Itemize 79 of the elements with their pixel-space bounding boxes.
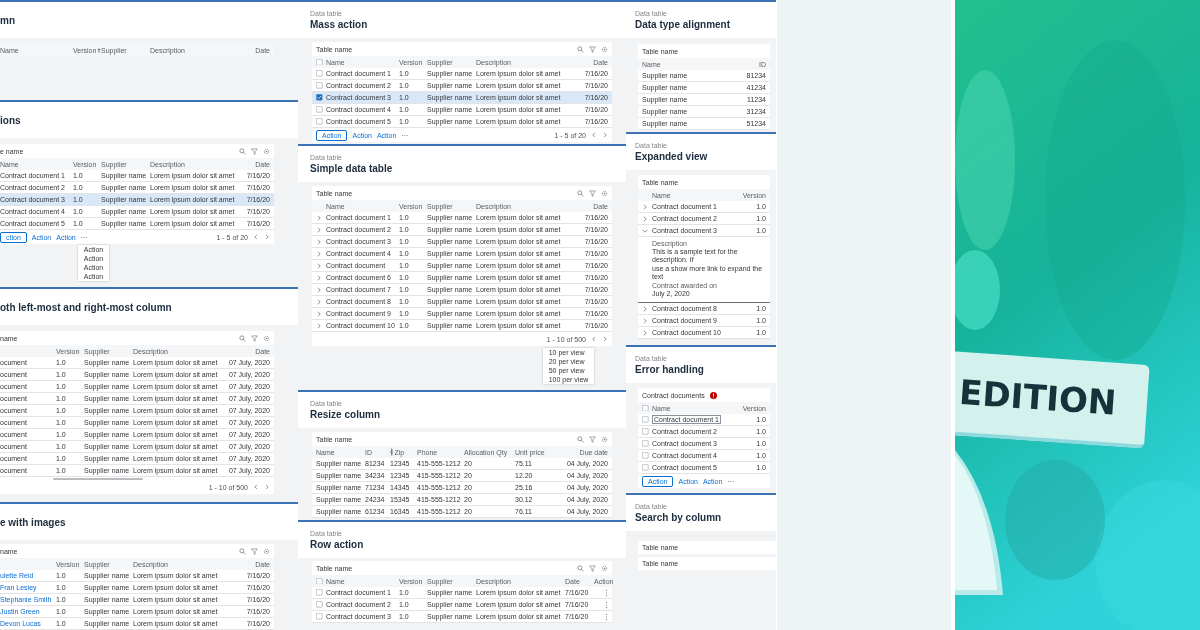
search-icon[interactable] [577,435,584,443]
chevron-icon[interactable] [642,203,648,210]
section-title: Data type alignment [635,19,732,30]
filter-icon[interactable] [251,147,258,155]
search-icon[interactable] [577,564,584,572]
more-vertical-icon[interactable] [605,588,608,597]
next-page-icon[interactable] [602,336,608,342]
chevron-icon[interactable] [316,214,322,221]
chevron-icon[interactable] [316,286,322,293]
section-title: ions [0,114,22,126]
search-icon[interactable] [577,45,584,53]
checkbox[interactable] [642,452,649,459]
settings-icon[interactable] [263,334,270,342]
section-title: Simple data table [310,163,394,174]
checkbox[interactable] [316,589,323,596]
search-icon[interactable] [239,547,246,555]
settings-icon[interactable] [263,147,270,155]
filter-icon[interactable] [589,435,596,443]
previous-page-icon[interactable] [591,132,597,138]
section-title: mn [0,14,16,26]
chevron-icon[interactable] [316,262,322,269]
chevron-icon[interactable] [316,250,322,257]
checkbox[interactable] [316,118,323,125]
search-icon[interactable] [239,334,246,342]
chevron-icon[interactable] [316,238,322,245]
checkbox[interactable] [316,106,323,113]
checkbox[interactable] [316,613,323,620]
next-page-icon[interactable] [264,234,270,240]
previous-page-icon[interactable] [591,336,597,342]
settings-icon[interactable] [601,45,608,53]
chevron-icon[interactable] [316,322,322,329]
previous-page-icon[interactable] [253,484,259,490]
checkbox[interactable] [642,440,649,447]
section-title: Resize column [310,409,382,420]
checkbox[interactable] [642,464,649,471]
checkbox[interactable] [642,428,649,435]
section-title: Row action [310,539,365,550]
section-title: e with images [0,516,67,528]
section-title: Expanded view [635,151,709,162]
resize-handle-icon[interactable] [390,448,394,456]
chevron-icon[interactable] [316,310,322,317]
section-title: Mass action [310,19,369,30]
settings-icon[interactable] [601,189,608,197]
checkbox[interactable] [316,94,323,101]
checkbox[interactable] [316,601,323,608]
section-title: Search by column [635,512,723,523]
search-icon[interactable] [239,147,246,155]
scrollbar[interactable] [53,478,143,480]
settings-icon[interactable] [601,564,608,572]
more-vertical-icon[interactable] [605,600,608,609]
filter-icon[interactable] [251,547,258,555]
chevron-icon[interactable] [316,298,322,305]
filter-icon[interactable] [589,45,596,53]
sort-arrow-icon[interactable] [97,47,102,53]
checkbox[interactable] [316,58,323,66]
more-vertical-icon[interactable] [605,612,608,621]
settings-icon[interactable] [263,547,270,555]
checkbox[interactable] [316,577,323,585]
checkbox[interactable] [642,416,649,423]
settings-icon[interactable] [601,435,608,443]
search-icon[interactable] [577,189,584,197]
checkbox[interactable] [642,404,649,412]
section-title: oth left-most and right-most column [0,301,173,313]
filter-icon[interactable] [251,334,258,342]
chevron-icon[interactable] [642,329,648,336]
next-page-icon[interactable] [264,484,270,490]
filter-icon[interactable] [589,189,596,197]
chevron-icon[interactable] [316,226,322,233]
chevron-icon[interactable] [642,215,648,222]
chevron-icon[interactable] [642,317,648,324]
next-page-icon[interactable] [602,132,608,138]
chevron-icon[interactable] [316,274,322,281]
checkbox[interactable] [316,82,323,89]
chevron-icon[interactable] [642,305,648,312]
checkbox[interactable] [316,70,323,77]
filter-icon[interactable] [589,564,596,572]
chevron-icon[interactable] [642,227,648,234]
previous-page-icon[interactable] [253,234,259,240]
section-title: Error handling [635,364,705,375]
